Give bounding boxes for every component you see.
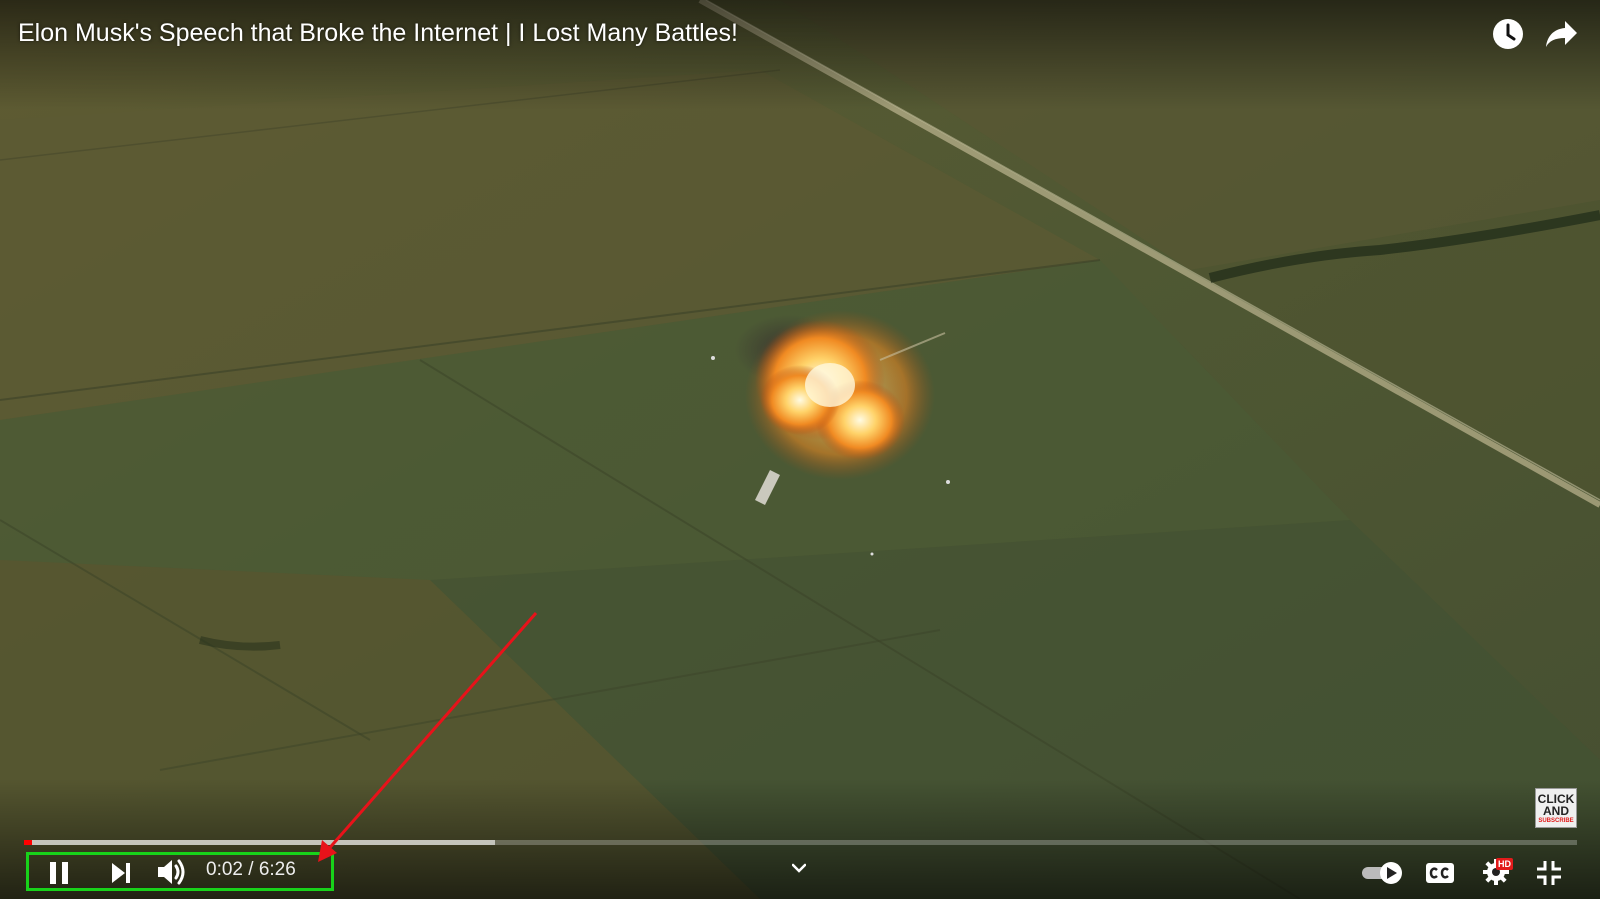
subtitles-button[interactable] [1424, 860, 1456, 886]
more-videos-chevron[interactable] [786, 858, 812, 878]
autoplay-toggle[interactable] [1360, 860, 1406, 886]
exit-fullscreen-button[interactable] [1534, 858, 1564, 888]
annotation-highlight-box [26, 852, 334, 891]
share-arrow-icon [1546, 21, 1577, 47]
clock-icon [1493, 19, 1523, 49]
played-bar [24, 840, 33, 845]
subscribe-watermark[interactable]: CLICK AND SUBSCRIBE [1535, 788, 1577, 828]
chevron-down-icon [792, 863, 806, 873]
share-button[interactable] [1544, 16, 1580, 52]
exit-fullscreen-icon [1537, 861, 1561, 885]
video-title[interactable]: Elon Musk's Speech that Broke the Intern… [18, 17, 738, 49]
settings-button[interactable]: HD [1476, 856, 1516, 888]
autoplay-toggle-icon [1362, 862, 1402, 884]
cc-icon [1426, 863, 1454, 883]
watermark-line-1: CLICK [1537, 791, 1575, 806]
buffered-bar [24, 840, 495, 845]
watermark-line-2: AND [1543, 803, 1569, 818]
video-frame[interactable] [0, 0, 1600, 899]
watermark-line-3: SUBSCRIBE [1538, 817, 1574, 824]
hd-badge: HD [1496, 858, 1513, 870]
watch-later-button[interactable] [1490, 16, 1526, 52]
video-player[interactable]: Elon Musk's Speech that Broke the Intern… [0, 0, 1600, 899]
progress-bar[interactable] [24, 840, 1577, 845]
